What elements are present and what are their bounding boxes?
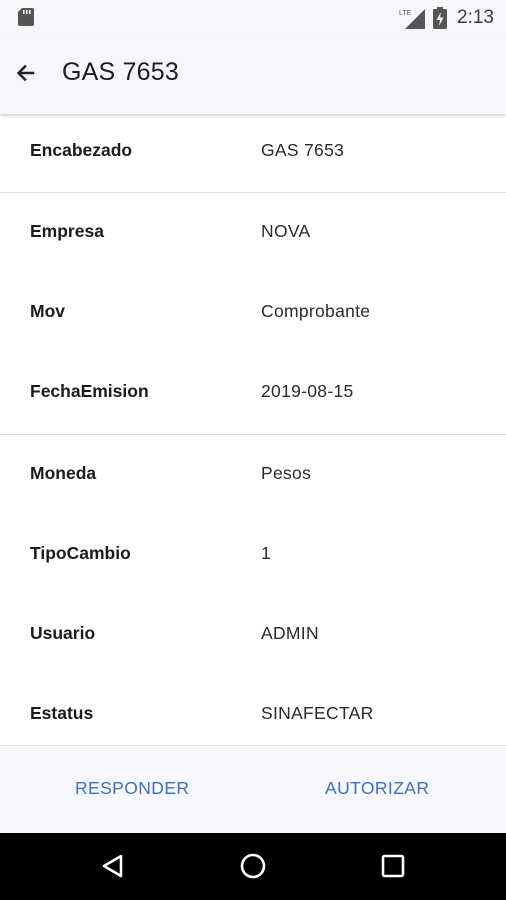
status-clock: 2:13 xyxy=(457,7,494,28)
section-divider xyxy=(0,192,506,193)
sd-card-icon xyxy=(18,8,34,26)
system-nav-bar xyxy=(0,833,506,900)
field-row-estatus: Estatus SINAFECTAR xyxy=(0,693,506,733)
field-label: Mov xyxy=(30,300,65,321)
status-bar: LTE 2:13 xyxy=(0,0,506,36)
field-label: TipoCambio xyxy=(30,542,131,563)
field-label: Moneda xyxy=(30,462,97,483)
field-value: Pesos xyxy=(261,462,312,483)
field-value: 1 xyxy=(261,542,272,563)
app-bar: GAS 7653 xyxy=(0,36,506,114)
field-label: Empresa xyxy=(30,220,104,241)
network-type-label: LTE xyxy=(399,10,412,17)
field-row-tipocambio: TipoCambio 1 xyxy=(0,533,506,573)
field-label: FechaEmision xyxy=(30,380,149,401)
field-row-encabezado: Encabezado GAS 7653 xyxy=(0,130,506,170)
field-value: 2019-08-15 xyxy=(261,380,354,401)
field-row-moneda: Moneda Pesos xyxy=(0,453,506,493)
field-value: GAS 7653 xyxy=(261,139,345,160)
nav-recents-icon[interactable] xyxy=(378,851,408,881)
field-label: Usuario xyxy=(30,622,96,643)
responder-button[interactable]: RESPONDER xyxy=(75,778,189,799)
field-label: Estatus xyxy=(30,702,94,723)
status-icons: LTE 2:13 xyxy=(399,6,494,30)
field-value: NOVA xyxy=(261,220,311,241)
field-value: ADMIN xyxy=(261,622,319,643)
field-label: Encabezado xyxy=(30,139,133,160)
field-value: Comprobante xyxy=(261,300,371,321)
field-row-mov: Mov Comprobante xyxy=(0,291,506,331)
section-divider xyxy=(0,434,506,435)
field-row-fechaemision: FechaEmision 2019-08-15 xyxy=(0,371,506,411)
autorizar-button[interactable]: AUTORIZAR xyxy=(325,778,429,799)
field-row-usuario: Usuario ADMIN xyxy=(0,613,506,653)
nav-home-icon[interactable] xyxy=(238,851,268,881)
field-value: SINAFECTAR xyxy=(261,702,374,723)
lte-signal-icon: LTE xyxy=(399,9,426,29)
nav-back-icon[interactable] xyxy=(98,851,128,881)
battery-charging-icon xyxy=(433,7,448,29)
page-title: GAS 7653 xyxy=(62,58,179,86)
arrow-back-icon[interactable] xyxy=(10,58,40,88)
detail-list: Encabezado GAS 7653 Empresa NOVA Mov Com… xyxy=(0,114,506,745)
field-row-empresa: Empresa NOVA xyxy=(0,211,506,251)
action-bar: RESPONDER AUTORIZAR xyxy=(0,745,506,833)
